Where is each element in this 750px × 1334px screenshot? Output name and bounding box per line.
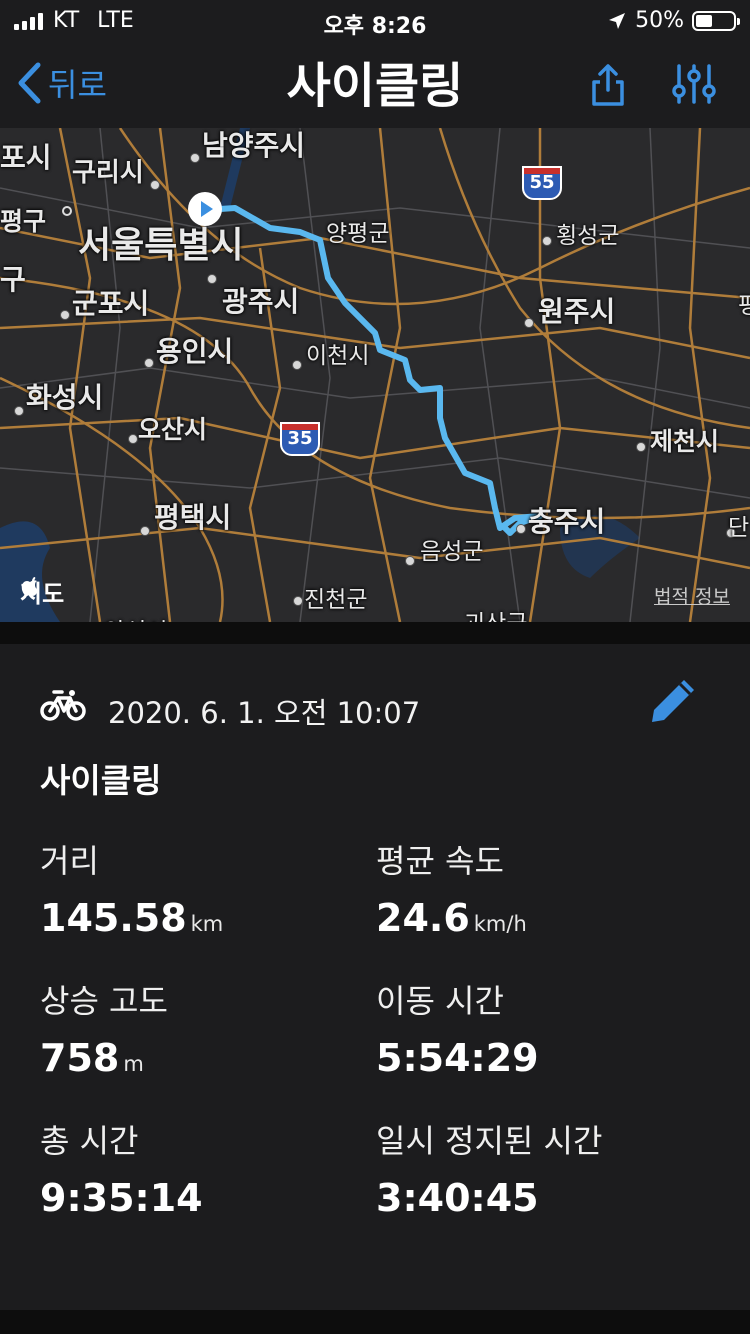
battery-icon [692,10,740,31]
map-label: 광주시 [222,285,300,318]
map-label: 서울특별시 [78,225,244,266]
city-dot [293,596,303,606]
metric-unit: km/h [473,912,527,936]
bottom-divider [0,1310,750,1334]
map-label: 양평군 [326,221,390,247]
map-label: 포시 [0,141,52,174]
section-divider [0,622,750,644]
route-map[interactable]: 포시 남양주시 구리시 평구 서울특별시 양평군 횡성군 구 군포시 광주시 원… [0,128,750,622]
metric-label: 평균 속도 [376,842,504,880]
bicycle-icon [40,690,86,721]
metric-label: 일시 정지된 시간 [376,1122,603,1160]
activity-title: 사이클링 [40,761,162,800]
city-dot [405,556,415,566]
metric-value: 9:35:14 [40,1176,203,1220]
city-dot [636,442,646,452]
location-arrow-icon [609,12,626,29]
city-dot [14,406,24,416]
city-dot [207,274,217,284]
metric-unit: m [123,1052,144,1076]
share-icon[interactable] [590,62,626,108]
apple-maps-credit: 지도 [20,574,64,609]
battery-percent: 50% [635,8,684,33]
map-label: 괴산군 [464,604,527,622]
city-dot [292,360,302,370]
metric-distance: 거리 145.58 km [40,836,223,940]
capital-dot [62,206,72,216]
metric-label: 총 시간 [40,1122,139,1160]
metric-value: 145.58 [40,896,187,940]
map-label: 진천군 [304,587,368,613]
map-label: 화성시 [26,381,104,414]
map-label: 음성군 [420,539,484,565]
status-bar: KT LTE 오후 8:26 50% [0,0,750,40]
map-label: 원주시 [538,295,616,328]
map-label: 단 [728,515,750,541]
metric-label: 상승 고도 [40,982,168,1020]
metric-label: 거리 [40,842,99,880]
route-start-marker[interactable] [188,192,222,226]
metric-elevation: 상승 고도 758 m [40,976,168,1080]
metric-moving-time: 이동 시간 5:54:29 [376,976,539,1080]
map-label: 오산시 [138,415,208,444]
legal-info-link[interactable]: 법적 정보 [654,582,730,609]
nav-bar: 뒤로 사이클링 [0,40,750,128]
metric-avg-speed: 평균 속도 24.6 km/h [376,836,527,940]
city-dot [144,358,154,368]
map-label: 안성시 [104,612,167,622]
map-label: 남양주시 [202,129,306,162]
page-title: 사이클링 [286,58,464,114]
highway-shield-55: 55 [522,166,562,200]
edit-pencil-icon[interactable] [644,674,700,730]
map-label: 평구 [0,207,47,236]
activity-datetime: 2020. 6. 1. 오전 10:07 [108,696,421,730]
metric-unit: km [190,912,224,936]
metric-value: 3:40:45 [376,1176,539,1220]
city-dot [542,236,552,246]
city-dot [190,153,200,163]
apple-logo-icon [21,577,38,596]
metric-value: 24.6 [376,896,470,940]
metric-label: 이동 시간 [376,982,504,1020]
city-dot [516,524,526,534]
metric-total-time: 총 시간 9:35:14 [40,1116,203,1220]
city-dot [524,318,534,328]
highway-shield-35: 35 [280,422,320,456]
map-label: 제천시 [650,427,720,456]
map-label: 용인시 [156,335,234,368]
activity-card: 2020. 6. 1. 오전 10:07 사이클링 거리 145.58 km 평균… [0,644,750,1310]
map-label: 이천시 [306,343,370,369]
city-dot [60,310,70,320]
map-label: 횡성군 [556,223,620,249]
metric-paused-time: 일시 정지된 시간 3:40:45 [376,1116,602,1220]
map-label: 평택시 [154,501,232,534]
map-roads [0,128,750,622]
map-label: 군포시 [72,287,150,320]
status-right: 50% [607,8,740,33]
city-dot [128,434,138,444]
city-dot [140,526,150,536]
metric-value: 758 [40,1036,120,1080]
map-label: 구리시 [72,158,144,188]
map-label: 평 [738,293,750,319]
map-label: 구 [0,263,26,296]
map-label: 충주시 [528,505,606,538]
city-dot [150,180,160,190]
metric-value: 5:54:29 [376,1036,539,1080]
settings-sliders-icon[interactable] [672,62,716,106]
